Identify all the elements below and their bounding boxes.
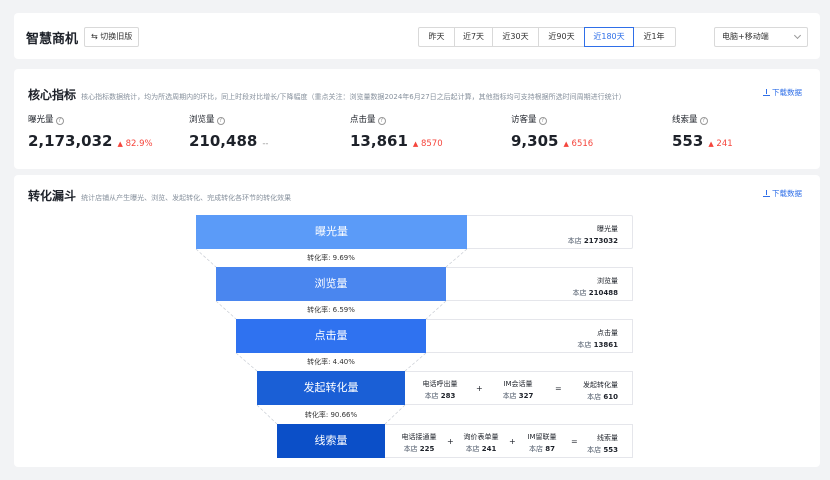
conversion-rate-1: 转化率: 9.69% xyxy=(307,254,355,262)
funnel-bar-views: 浏览量 xyxy=(216,267,446,301)
arrow-up-icon: ▲ xyxy=(117,140,123,148)
op-plus: + xyxy=(476,384,483,393)
metric-label: 线索量 xyxy=(672,115,698,125)
funnel-info-leads: 电话接通量 本店 225 + 询价表单量 本店 241 + IM留联量 本店 8… xyxy=(385,424,633,458)
metric-exposure: 曝光量? 2,173,032 ▲ 82.9% xyxy=(28,113,153,150)
formula-inquiry-forms: 询价表单量 本店 241 xyxy=(463,433,499,453)
switch-label: 切换旧版 xyxy=(100,32,133,41)
metric-views: 浏览量? 210,488 -- xyxy=(189,113,268,150)
conversion-rate-3: 转化率: 4.40% xyxy=(307,358,355,366)
metric-label: 曝光量 xyxy=(28,115,54,125)
metric-value: 210,488 xyxy=(189,132,258,150)
formula-phone-calls: 电话呼出量 本店 283 xyxy=(422,380,458,400)
help-icon[interactable]: ? xyxy=(699,117,708,125)
tab-7d[interactable]: 近7天 xyxy=(455,28,493,46)
conversion-funnel-card: 转化漏斗 统计店铺从产生曝光、浏览、发起转化、完成转化各环节的转化效果 下载数据… xyxy=(14,175,820,467)
formula-im-contacts: IM留联量 本店 87 xyxy=(527,433,557,453)
tab-1y[interactable]: 近1年 xyxy=(633,28,675,46)
funnel-info-views: 浏览量 本店 210488 xyxy=(446,267,633,301)
switch-icon: ⇆ xyxy=(91,32,98,41)
arrow-up-icon: ▲ xyxy=(708,140,714,148)
metric-change: -- xyxy=(262,139,269,149)
help-icon[interactable]: ? xyxy=(55,117,64,125)
date-range-tabs: 昨天 近7天 近30天 近90天 近180天 近1年 xyxy=(418,27,676,47)
op-equals: = xyxy=(555,384,562,393)
funnel-bar-initiate: 发起转化量 xyxy=(257,371,405,405)
page-title: 智慧商机 xyxy=(26,32,79,47)
metric-change: ▲ 6516 xyxy=(563,139,594,149)
core-metrics-title: 核心指标 xyxy=(28,88,77,102)
tab-180d[interactable]: 近180天 xyxy=(584,27,634,47)
tab-yesterday[interactable]: 昨天 xyxy=(419,28,455,46)
funnel-bar-leads: 线索量 xyxy=(277,424,385,458)
metric-value: 13,861 xyxy=(350,132,408,150)
tab-30d[interactable]: 近30天 xyxy=(493,28,539,46)
funnel-info-exposure: 曝光量 本店 2173032 xyxy=(467,215,633,249)
op-plus: + xyxy=(509,437,516,446)
core-metrics-desc: 核心指标数据统计，均为所选周期内的环比，同上时段对比增长/下降幅度（重点关注：浏… xyxy=(81,93,626,101)
download-icon xyxy=(763,89,770,96)
metric-visitors: 访客量? 9,305 ▲ 6516 xyxy=(511,113,593,150)
op-equals: = xyxy=(571,437,578,446)
chevron-down-icon xyxy=(793,31,802,40)
header-bar: 智慧商机 ⇆ 切换旧版 昨天 近7天 近30天 近90天 近180天 近1年 电… xyxy=(14,13,820,59)
metric-label: 点击量 xyxy=(350,115,376,125)
op-plus: + xyxy=(447,437,454,446)
metric-leads: 线索量? 553 ▲ 241 xyxy=(672,113,733,150)
help-icon[interactable]: ? xyxy=(216,117,225,125)
metric-label: 浏览量 xyxy=(189,115,215,125)
switch-version-button[interactable]: ⇆ 切换旧版 xyxy=(84,27,140,47)
device-select[interactable]: 电脑+移动端 xyxy=(714,27,808,47)
download-label: 下载数据 xyxy=(772,88,802,97)
metric-clicks: 点击量? 13,861 ▲ 8570 xyxy=(350,113,443,150)
metric-value: 553 xyxy=(672,132,704,150)
conversion-rate-4: 转化率: 90.66% xyxy=(304,411,358,419)
formula-calls-connected: 电话接通量 本店 225 xyxy=(401,433,437,453)
download-data-link[interactable]: 下载数据 xyxy=(763,87,802,98)
help-icon[interactable]: ? xyxy=(377,117,386,125)
tab-90d[interactable]: 近90天 xyxy=(539,28,585,46)
metric-change: ▲ 82.9% xyxy=(117,139,153,149)
funnel-info-clicks: 点击量 本店 13861 xyxy=(426,319,633,353)
help-icon[interactable]: ? xyxy=(538,117,547,125)
metric-change: ▲ 241 xyxy=(708,139,733,149)
device-select-value: 电脑+移动端 xyxy=(722,32,769,41)
formula-im-sessions: IM会话量 本店 327 xyxy=(502,380,534,400)
arrow-up-icon: ▲ xyxy=(563,140,569,148)
metric-change: ▲ 8570 xyxy=(412,139,443,149)
metric-value: 2,173,032 xyxy=(28,132,113,150)
conversion-rate-2: 转化率: 6.59% xyxy=(307,306,355,314)
arrow-up-icon: ▲ xyxy=(412,140,419,148)
core-metrics-card: 核心指标 核心指标数据统计，均为所选周期内的环比，同上时段对比增长/下降幅度（重… xyxy=(14,69,820,169)
metric-value: 9,305 xyxy=(511,132,559,150)
metric-label: 访客量 xyxy=(511,115,537,125)
funnel-bar-exposure: 曝光量 xyxy=(196,215,467,249)
funnel-info-initiate: 电话呼出量 本店 283 + IM会话量 本店 327 = 发起转化量 本店 6… xyxy=(405,371,633,405)
funnel-bar-clicks: 点击量 xyxy=(236,319,426,353)
